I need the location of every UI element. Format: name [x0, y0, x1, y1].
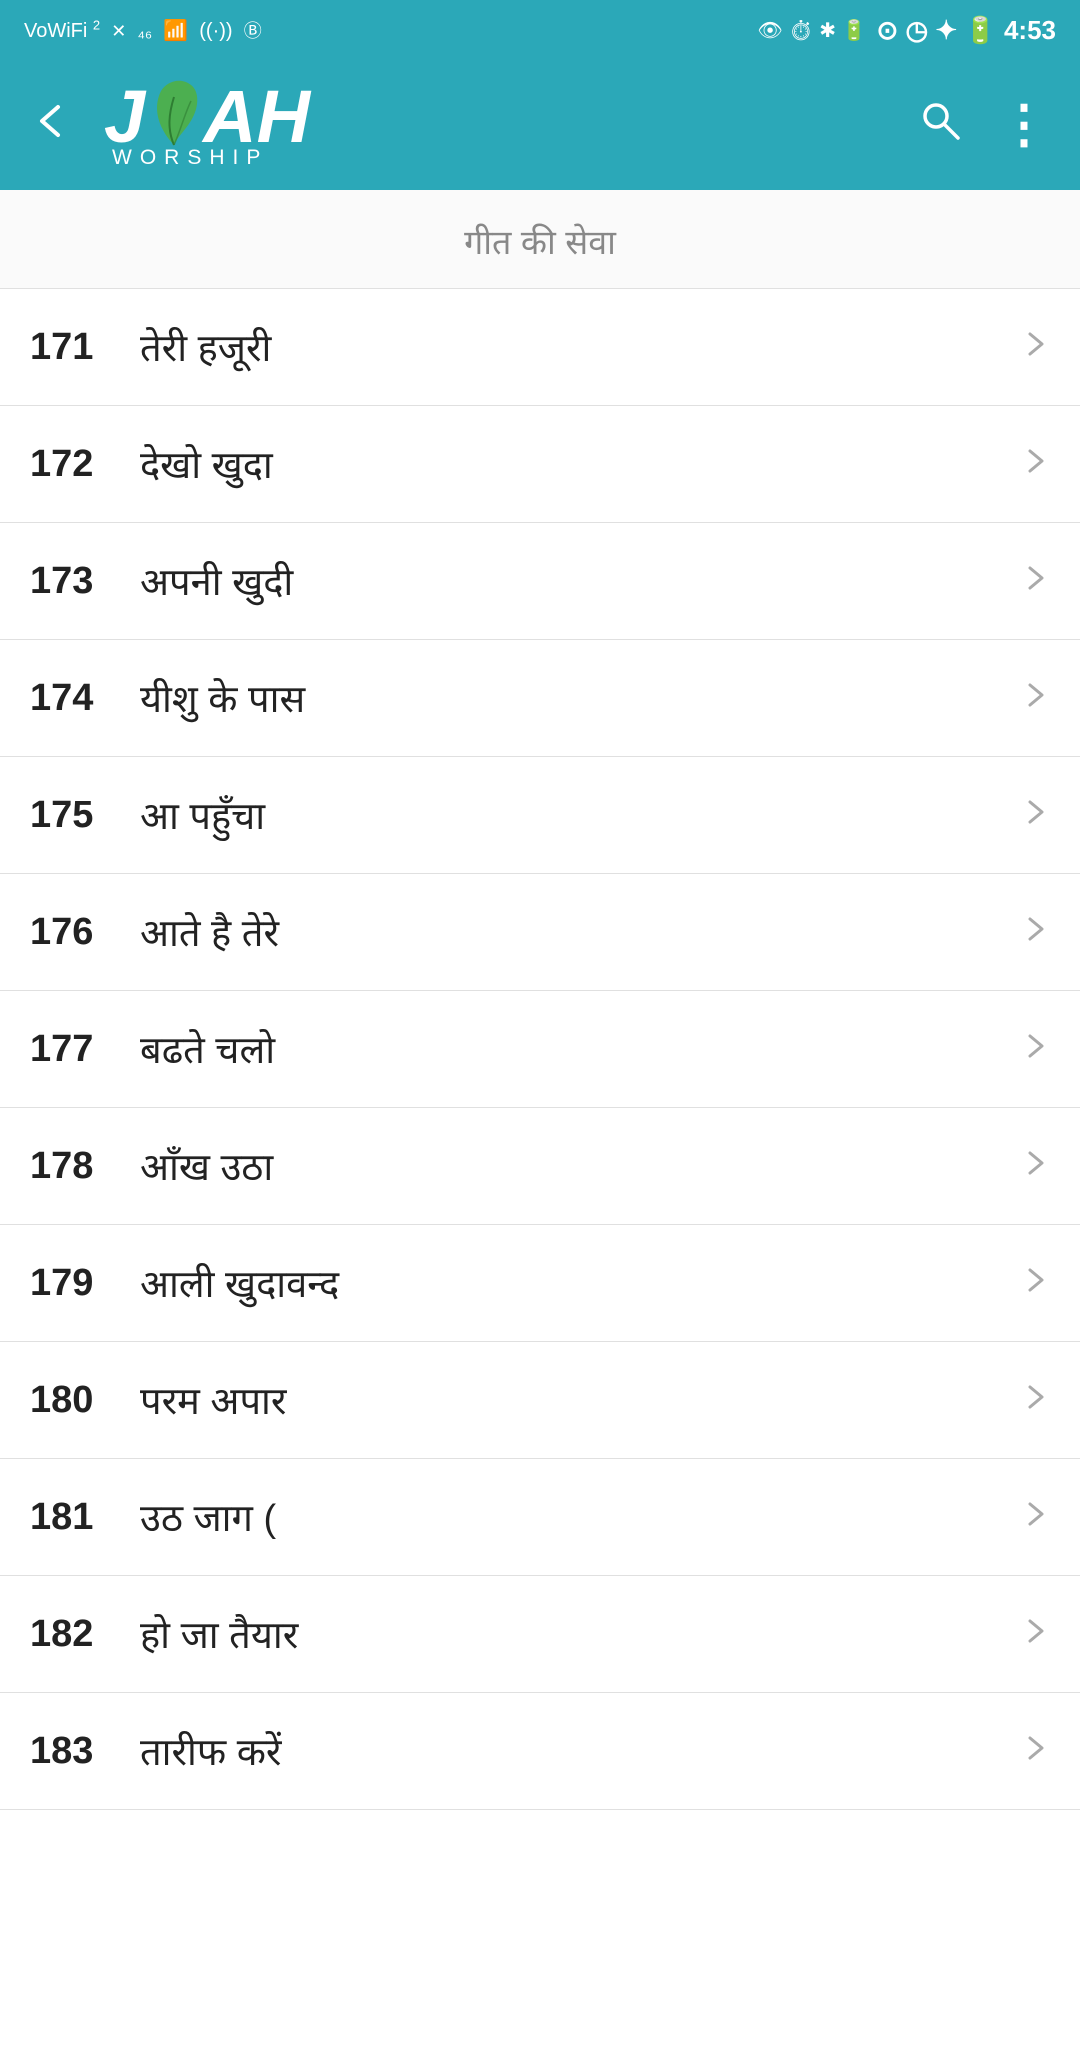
song-title: आते है तेरे: [140, 906, 1010, 958]
chevron-right-icon: [1020, 443, 1050, 485]
song-title: आली खुदावन्द: [140, 1257, 1010, 1309]
chevron-right-icon: [1020, 1613, 1050, 1655]
song-number: 174: [30, 677, 140, 720]
search-button[interactable]: [918, 98, 962, 152]
list-item[interactable]: 178 आँख उठा: [0, 1108, 1080, 1225]
app-bar-right: ⋮: [918, 98, 1050, 152]
song-number: 181: [30, 1496, 140, 1539]
song-title: आ पहुँचा: [140, 789, 1010, 841]
list-item[interactable]: 175 आ पहुँचा: [0, 757, 1080, 874]
more-options-button[interactable]: ⋮: [998, 99, 1050, 151]
list-item[interactable]: 179 आली खुदावन्द: [0, 1225, 1080, 1342]
back-button[interactable]: [30, 99, 74, 151]
logo-ah: AH: [203, 80, 310, 154]
song-title: देखो खुदा: [140, 438, 1010, 490]
section-header: गीत की सेवा: [0, 190, 1080, 289]
logo-worship-text: WORSHIP: [112, 146, 268, 170]
list-item[interactable]: 177 बढते चलो: [0, 991, 1080, 1108]
song-number: 183: [30, 1730, 140, 1773]
song-list: 171 तेरी हजूरी 172 देखो खुदा 173 अपनी खु…: [0, 289, 1080, 1810]
song-title: उठ जाग (: [140, 1491, 1010, 1543]
list-item[interactable]: 171 तेरी हजूरी: [0, 289, 1080, 406]
chevron-right-icon: [1020, 1028, 1050, 1070]
chevron-right-icon: [1020, 1496, 1050, 1538]
logo-j: J: [104, 80, 145, 154]
chevron-right-icon: [1020, 1379, 1050, 1421]
song-title: परम अपार: [140, 1374, 1010, 1426]
song-number: 177: [30, 1028, 140, 1071]
chevron-right-icon: [1020, 677, 1050, 719]
status-left-text: VoWiFi 2 ✕ ₄₆ 📶 ((·)) Ⓑ: [24, 17, 262, 43]
song-number: 182: [30, 1613, 140, 1656]
song-number: 180: [30, 1379, 140, 1422]
list-item[interactable]: 172 देखो खुदा: [0, 406, 1080, 523]
list-item[interactable]: 181 उठ जाग (: [0, 1459, 1080, 1576]
song-title: तेरी हजूरी: [140, 321, 1010, 373]
chevron-right-icon: [1020, 911, 1050, 953]
song-number: 175: [30, 794, 140, 837]
status-icons: 👁 ⏱ ✱ 🔋: [757, 18, 866, 43]
list-item[interactable]: 174 यीशु के पास: [0, 640, 1080, 757]
song-number: 172: [30, 443, 140, 486]
song-number: 171: [30, 326, 140, 369]
song-title: तारीफ करें: [140, 1725, 1010, 1777]
chevron-right-icon: [1020, 794, 1050, 836]
status-right: 👁 ⏱ ✱ 🔋 ⊙ ◷ ✦ 🔋 4:53: [757, 15, 1056, 46]
logo-leaf-icon: [147, 77, 201, 149]
chevron-right-icon: [1020, 1145, 1050, 1187]
song-number: 178: [30, 1145, 140, 1188]
app-bar-left: J AH WORSHIP: [30, 80, 310, 170]
list-item[interactable]: 183 तारीफ करें: [0, 1693, 1080, 1810]
list-item[interactable]: 180 परम अपार: [0, 1342, 1080, 1459]
song-number: 179: [30, 1262, 140, 1305]
song-title: अपनी खुदी: [140, 555, 1010, 607]
app-bar: J AH WORSHIP ⋮: [0, 60, 1080, 190]
section-title: गीत की सेवा: [464, 224, 616, 262]
song-number: 173: [30, 560, 140, 603]
list-item[interactable]: 173 अपनी खुदी: [0, 523, 1080, 640]
list-item[interactable]: 182 हो जा तैयार: [0, 1576, 1080, 1693]
song-title: बढते चलो: [140, 1023, 1010, 1075]
song-title: यीशु के पास: [140, 672, 1010, 724]
status-time: ⊙ ◷ ✦ 🔋 4:53: [876, 15, 1056, 46]
status-bar: VoWiFi 2 ✕ ₄₆ 📶 ((·)) Ⓑ 👁 ⏱ ✱ 🔋 ⊙ ◷ ✦ 🔋 …: [0, 0, 1080, 60]
list-item[interactable]: 176 आते है तेरे: [0, 874, 1080, 991]
chevron-right-icon: [1020, 1730, 1050, 1772]
chevron-right-icon: [1020, 326, 1050, 368]
status-left: VoWiFi 2 ✕ ₄₆ 📶 ((·)) Ⓑ: [24, 17, 262, 43]
song-title: हो जा तैयार: [140, 1608, 1010, 1660]
chevron-right-icon: [1020, 1262, 1050, 1304]
song-number: 176: [30, 911, 140, 954]
chevron-right-icon: [1020, 560, 1050, 602]
song-title: आँख उठा: [140, 1140, 1010, 1192]
app-logo: J AH WORSHIP: [104, 80, 310, 170]
